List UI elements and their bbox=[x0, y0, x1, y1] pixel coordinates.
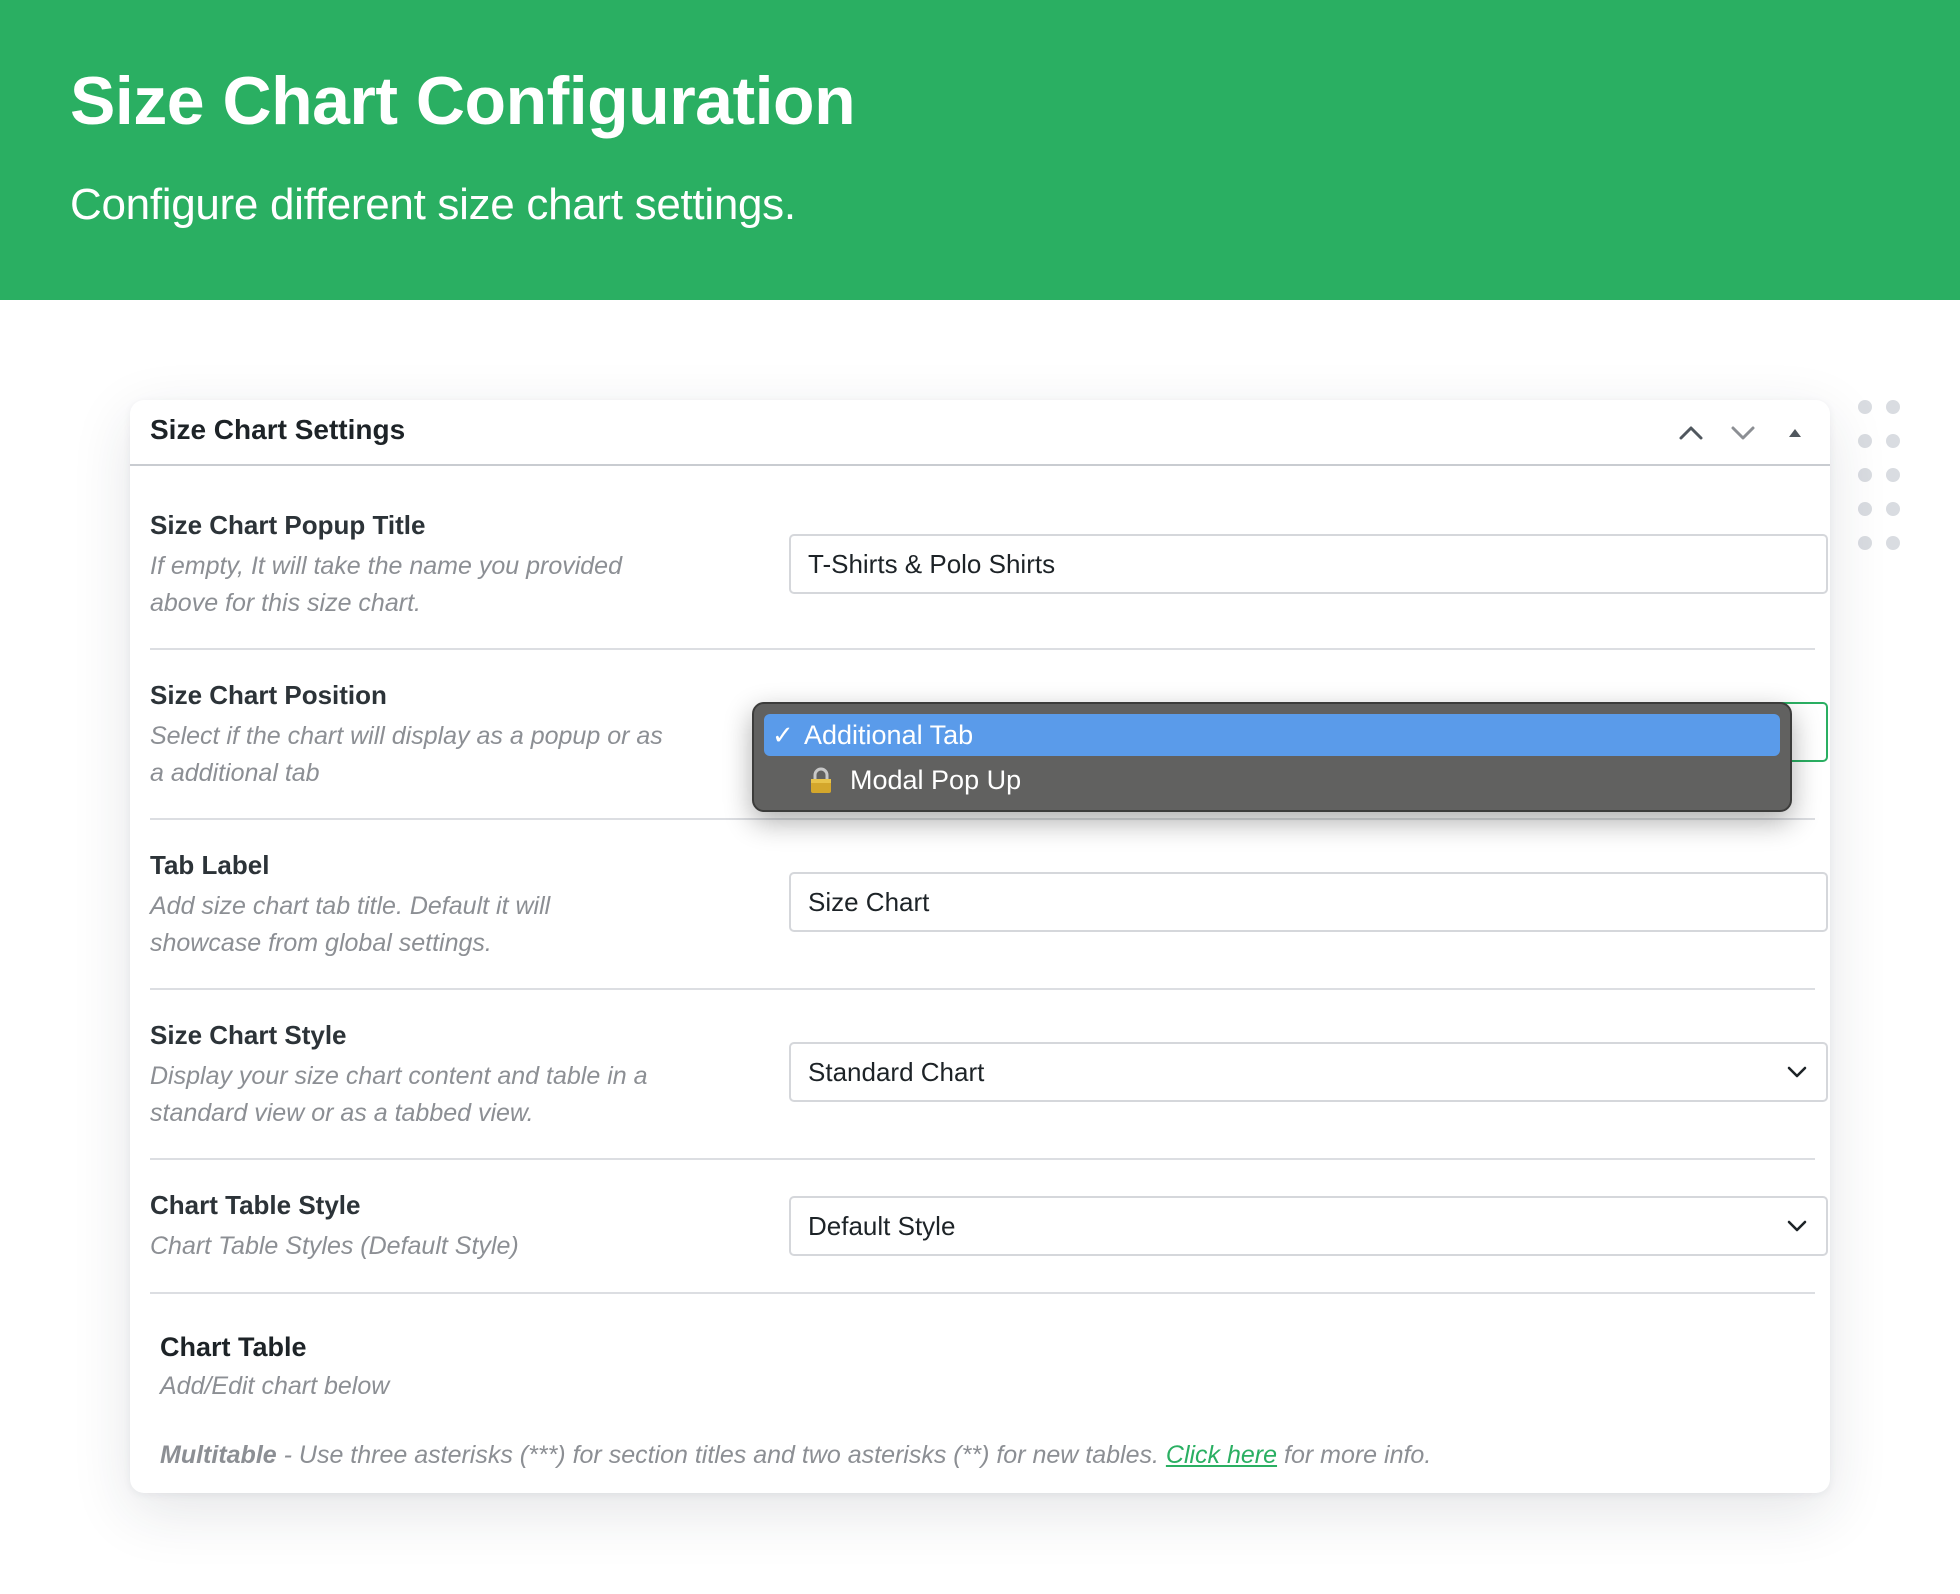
style-desc: Display your size chart content and tabl… bbox=[150, 1062, 648, 1127]
popup-title-desc: If empty, It will take the name you prov… bbox=[150, 552, 622, 617]
table-style-select[interactable]: Default Style bbox=[789, 1196, 1828, 1256]
multitable-help: Multitable - Use three asterisks (***) f… bbox=[160, 1441, 1432, 1469]
panel-header: Size Chart Settings bbox=[130, 400, 1830, 466]
table-style-label: Chart Table Style bbox=[150, 1190, 361, 1220]
chevron-down-icon bbox=[1787, 1066, 1807, 1078]
table-style-row: Chart Table Style Chart Table Styles (De… bbox=[150, 1160, 1828, 1294]
page-subtitle: Configure different size chart settings. bbox=[70, 180, 796, 229]
style-row: Size Chart Style Display your size chart… bbox=[150, 990, 1828, 1160]
chevron-up-icon[interactable] bbox=[1674, 416, 1708, 450]
checkmark-icon: ✓ bbox=[772, 720, 794, 750]
popup-title-input[interactable]: T-Shirts & Polo Shirts bbox=[789, 534, 1828, 594]
chevron-down-icon bbox=[1787, 1220, 1807, 1232]
option-additional-tab[interactable]: ✓ Additional Tab bbox=[764, 714, 1780, 756]
settings-panel: Size Chart Settings Size Chart Popup Tit… bbox=[130, 400, 1830, 1493]
popup-title-label: Size Chart Popup Title bbox=[150, 510, 426, 540]
decorative-dots bbox=[1858, 400, 1904, 560]
style-select-value: Standard Chart bbox=[808, 1057, 985, 1087]
chevron-down-icon[interactable] bbox=[1726, 416, 1760, 450]
chart-table-desc: Add/Edit chart below bbox=[160, 1372, 390, 1400]
tab-label-row: Tab Label Add size chart tab title. Defa… bbox=[150, 820, 1828, 990]
click-here-link[interactable]: Click here bbox=[1166, 1441, 1277, 1469]
style-select[interactable]: Standard Chart bbox=[789, 1042, 1828, 1102]
popup-title-row: Size Chart Popup Title If empty, It will… bbox=[150, 466, 1828, 650]
lock-icon bbox=[811, 767, 831, 793]
panel-title: Size Chart Settings bbox=[150, 414, 406, 445]
position-desc: Select if the chart will display as a po… bbox=[150, 722, 663, 787]
table-style-select-value: Default Style bbox=[808, 1211, 956, 1241]
triangle-up-icon[interactable] bbox=[1778, 416, 1812, 450]
header-banner: Size Chart Configuration Configure diffe… bbox=[0, 0, 1960, 300]
tab-label-desc: Add size chart tab title. Default it wil… bbox=[150, 892, 551, 957]
table-style-desc: Chart Table Styles (Default Style) bbox=[150, 1232, 519, 1260]
option-modal-pop-up[interactable]: Modal Pop Up bbox=[764, 759, 1780, 801]
chart-table-label: Chart Table bbox=[160, 1332, 307, 1362]
tab-label-input[interactable]: Size Chart bbox=[789, 872, 1828, 932]
position-label: Size Chart Position bbox=[150, 680, 387, 710]
position-dropdown-menu: ✓ Additional Tab Modal Pop Up bbox=[752, 702, 1792, 812]
tab-label-label: Tab Label bbox=[150, 850, 270, 880]
style-label: Size Chart Style bbox=[150, 1020, 347, 1050]
page-title: Size Chart Configuration bbox=[70, 63, 856, 139]
